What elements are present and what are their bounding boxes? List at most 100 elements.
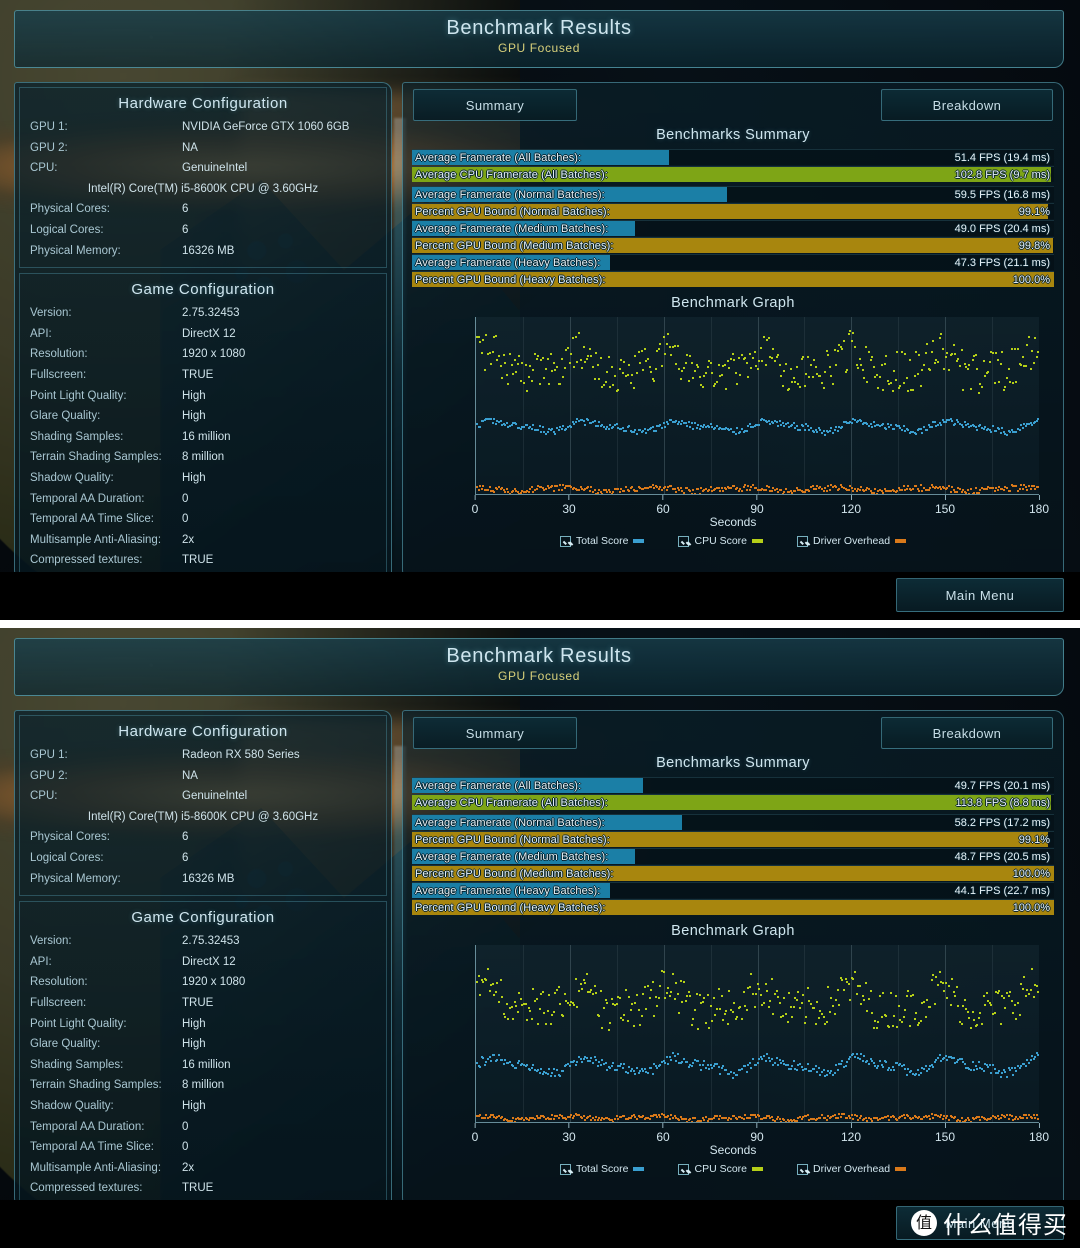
data-point xyxy=(612,1062,615,1065)
data-point xyxy=(944,981,947,984)
data-point xyxy=(711,371,714,374)
data-point xyxy=(488,486,491,489)
config-row: Version: 2.75.32453 xyxy=(20,303,386,324)
summary-bar-label: Average Framerate (Medium Batches): xyxy=(415,851,609,863)
grid-line xyxy=(851,945,853,1122)
data-point xyxy=(678,1011,681,1014)
data-point xyxy=(728,990,731,993)
data-point xyxy=(861,995,864,998)
tab-summary[interactable]: Summary xyxy=(413,89,577,121)
watermark-logo: 值 xyxy=(911,1209,937,1236)
data-point xyxy=(764,1117,767,1120)
tab-breakdown[interactable]: Breakdown xyxy=(881,89,1053,121)
tab-summary[interactable]: Summary xyxy=(413,717,577,749)
data-point xyxy=(719,1007,722,1010)
checkmark-icon[interactable] xyxy=(559,535,571,547)
legend-item[interactable]: Total Score xyxy=(559,535,645,547)
data-point xyxy=(767,1056,770,1059)
data-point xyxy=(565,427,568,430)
data-point xyxy=(692,1061,695,1064)
data-point xyxy=(709,362,712,365)
legend-item[interactable]: Total Score xyxy=(559,1163,645,1175)
data-point xyxy=(512,1117,515,1120)
data-point xyxy=(703,996,706,999)
data-point xyxy=(585,973,588,976)
data-point xyxy=(621,372,624,375)
data-point xyxy=(736,486,739,489)
data-point xyxy=(999,432,1002,435)
data-point xyxy=(650,1067,653,1070)
data-point xyxy=(609,1021,612,1024)
data-point xyxy=(819,1074,822,1077)
data-point xyxy=(717,1065,720,1068)
data-point xyxy=(706,366,709,368)
data-point xyxy=(1006,376,1009,379)
data-point xyxy=(689,995,692,998)
data-point xyxy=(559,383,562,386)
data-point xyxy=(783,997,786,1000)
data-point xyxy=(952,343,955,346)
data-point xyxy=(822,387,825,390)
config-value: NA xyxy=(182,141,198,154)
data-point xyxy=(894,994,897,997)
data-point xyxy=(653,1014,656,1017)
data-point xyxy=(1032,996,1035,999)
data-point xyxy=(916,1024,919,1027)
data-point xyxy=(792,376,795,379)
data-point xyxy=(758,1115,761,1118)
legend-item[interactable]: CPU Score xyxy=(678,535,763,547)
data-point xyxy=(662,971,665,974)
config-key: Resolution: xyxy=(30,348,88,361)
summary-bar-label: Average Framerate (Heavy Batches): xyxy=(415,885,601,897)
data-point xyxy=(863,490,866,493)
data-point xyxy=(777,354,780,357)
data-point xyxy=(783,490,786,493)
data-point xyxy=(508,353,511,356)
data-point xyxy=(1021,1117,1024,1120)
checkmark-icon[interactable] xyxy=(678,535,690,547)
benchmarks-summary-title: Benchmarks Summary xyxy=(656,127,810,143)
data-point xyxy=(849,1056,852,1059)
data-point xyxy=(570,1113,573,1116)
checkmark-icon[interactable] xyxy=(678,1163,690,1175)
data-point xyxy=(708,489,711,492)
data-point xyxy=(634,1072,637,1075)
tab-breakdown[interactable]: Breakdown xyxy=(881,717,1053,749)
data-point xyxy=(596,1119,599,1122)
data-point xyxy=(596,491,599,494)
data-point xyxy=(918,1073,921,1076)
legend-item[interactable]: Driver Overhead xyxy=(797,535,907,547)
data-point xyxy=(1010,1115,1013,1118)
data-point xyxy=(921,1117,924,1120)
grid-line-minor xyxy=(804,945,806,1122)
data-point xyxy=(855,1115,858,1118)
data-point xyxy=(1013,1067,1016,1070)
data-point xyxy=(1032,484,1035,487)
data-point xyxy=(637,1008,640,1011)
tab-bar: Summary Breakdown xyxy=(409,89,1057,123)
data-point xyxy=(817,1017,820,1020)
summary-bar-value: 99.8% xyxy=(1018,240,1050,252)
x-axis-tick: 30 xyxy=(562,495,576,516)
data-point xyxy=(661,426,664,429)
data-point xyxy=(893,369,896,372)
data-point xyxy=(1031,968,1034,971)
bar-group: Average Framerate (Normal Batches): 58.2 … xyxy=(412,814,1054,915)
benchmark-screen-nvidia: Benchmark Results GPU Focused Hardware C… xyxy=(0,0,1080,620)
summary-bar-row: Average CPU Framerate (All Batches): 113.… xyxy=(412,794,1054,810)
legend-item[interactable]: CPU Score xyxy=(678,1163,763,1175)
main-menu-button[interactable]: Main Menu xyxy=(896,578,1064,612)
data-point xyxy=(519,428,522,431)
checkmark-icon[interactable] xyxy=(797,535,808,547)
data-point xyxy=(913,375,916,378)
config-row: Shadow Quality: High xyxy=(20,468,386,489)
data-point xyxy=(960,490,963,493)
data-point xyxy=(518,1060,521,1063)
data-point xyxy=(654,368,657,371)
legend-item[interactable]: Driver Overhead xyxy=(797,1163,907,1175)
checkmark-icon[interactable] xyxy=(797,1163,808,1175)
config-key: Terrain Shading Samples: xyxy=(30,451,162,464)
data-point xyxy=(831,431,834,434)
data-point xyxy=(957,1005,960,1008)
checkmark-icon[interactable] xyxy=(559,1163,571,1175)
